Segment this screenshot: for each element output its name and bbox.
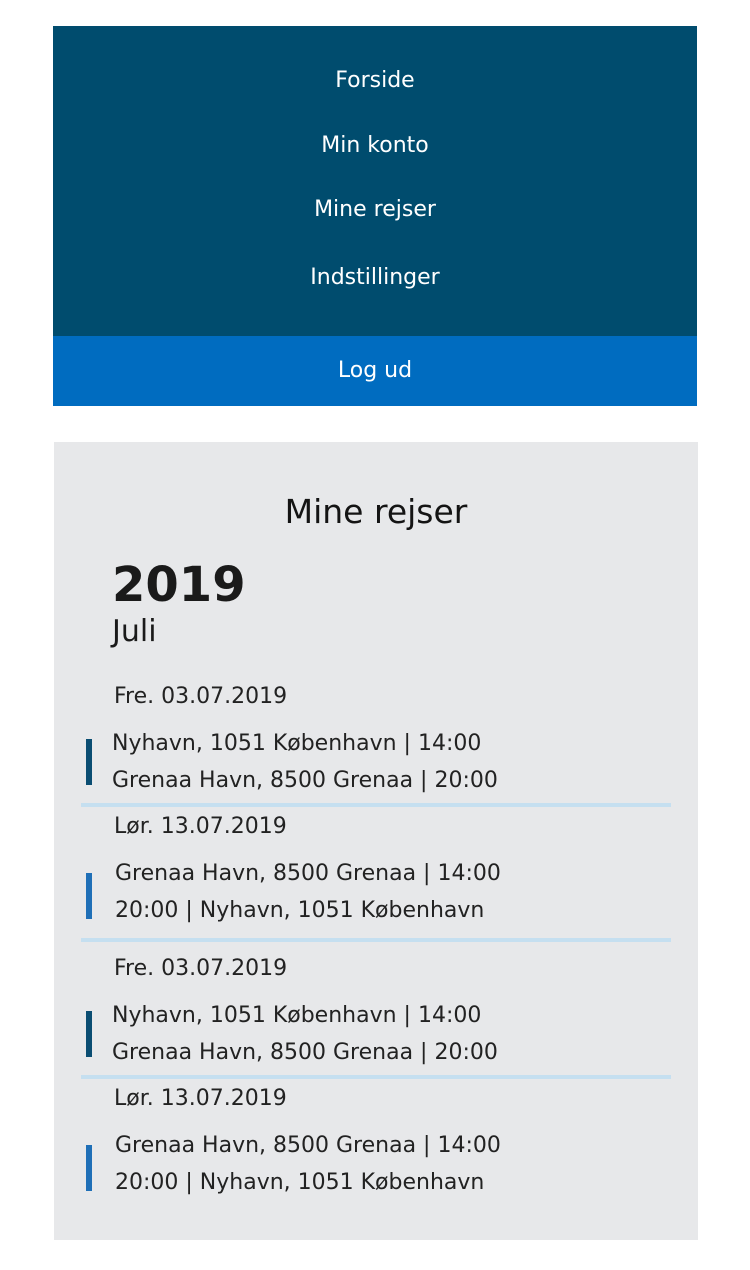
trip-arrival: Grenaa Havn, 8500 Grenaa | 20:00	[112, 768, 498, 793]
main-menu: Forside Min konto Mine rejser Indstillin…	[53, 26, 697, 406]
trip-accent-bar	[86, 1011, 92, 1057]
trip-departure: Nyhavn, 1051 København | 14:00	[112, 731, 482, 756]
trip-departure: Nyhavn, 1051 København | 14:00	[112, 1003, 482, 1028]
trip-arrival: 20:00 | Nyhavn, 1051 København	[115, 1170, 485, 1195]
trip-arrival: 20:00 | Nyhavn, 1051 København	[115, 898, 485, 923]
trip-departure: Grenaa Havn, 8500 Grenaa | 14:00	[115, 861, 501, 886]
trip-date: Fre. 03.07.2019	[114, 956, 288, 981]
menu-item-indstillinger[interactable]: Indstillinger	[53, 263, 697, 293]
divider	[81, 1075, 671, 1079]
trip-accent-bar	[86, 1145, 92, 1191]
divider	[81, 803, 671, 807]
logout-button[interactable]: Log ud	[53, 336, 697, 406]
menu-item-mine-rejser[interactable]: Mine rejser	[53, 195, 697, 225]
trip-date: Fre. 03.07.2019	[114, 684, 288, 709]
trip-accent-bar	[86, 873, 92, 919]
divider	[81, 938, 671, 942]
year-heading: 2019	[112, 557, 246, 613]
menu-item-min-konto[interactable]: Min konto	[53, 131, 697, 161]
trip-date: Lør. 13.07.2019	[114, 814, 287, 839]
trips-panel: Mine rejser 2019 Juli Fre. 03.07.2019 Ny…	[54, 442, 698, 1240]
menu-item-forside[interactable]: Forside	[53, 66, 697, 96]
month-heading: Juli	[112, 614, 157, 649]
trip-arrival: Grenaa Havn, 8500 Grenaa | 20:00	[112, 1040, 498, 1065]
trip-accent-bar	[86, 739, 92, 785]
page-title: Mine rejser	[284, 492, 468, 531]
trip-date: Lør. 13.07.2019	[114, 1086, 287, 1111]
trip-departure: Grenaa Havn, 8500 Grenaa | 14:00	[115, 1133, 501, 1158]
